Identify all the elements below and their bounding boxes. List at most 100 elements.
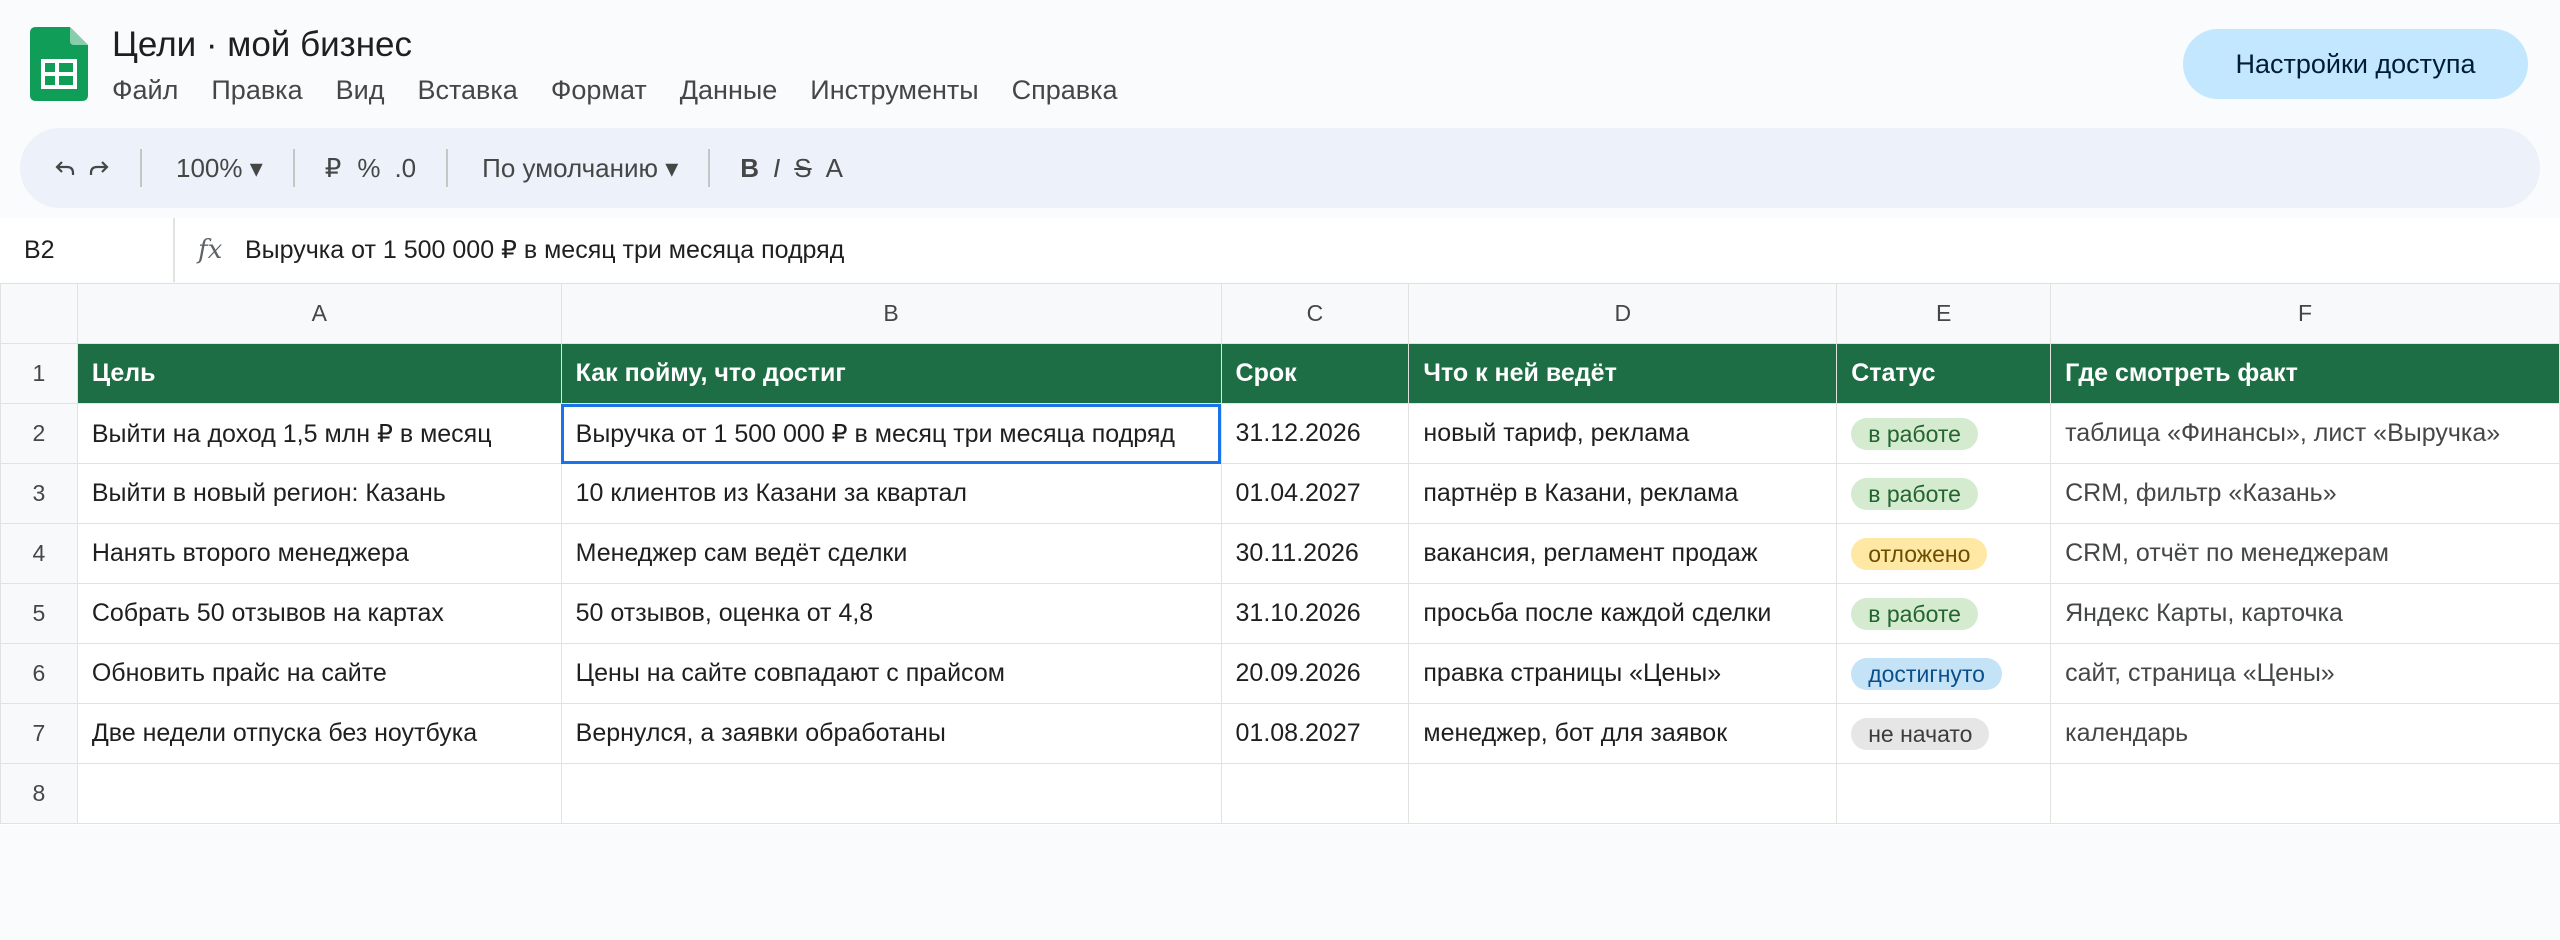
cell-deadline[interactable]: 01.08.2027 bbox=[1220, 703, 1410, 764]
header-cell-drivers[interactable]: Что к ней ведёт bbox=[1408, 343, 1838, 404]
row-number[interactable]: 6 bbox=[0, 643, 78, 704]
cell-status[interactable]: достигнуто bbox=[1836, 643, 2052, 704]
cell-criterion-selected[interactable]: Выручка от 1 500 000 ₽ в месяц три месяц… bbox=[560, 403, 1222, 464]
strikethrough-button[interactable]: S bbox=[794, 153, 811, 184]
spreadsheet-grid: A B C D E F 1 Цель Как пойму, что достиг… bbox=[0, 283, 2560, 825]
formula-bar: B2 fx Выручка от 1 500 000 ₽ в месяц три… bbox=[0, 218, 2560, 282]
empty-cell[interactable] bbox=[76, 763, 562, 824]
bold-button[interactable]: B bbox=[740, 153, 759, 184]
cell-criterion[interactable]: Цены на сайте совпадают с прайсом bbox=[560, 643, 1222, 704]
cell-goal[interactable]: Нанять второго менеджера bbox=[76, 523, 562, 584]
menu-file[interactable]: Файл bbox=[112, 70, 178, 110]
share-settings-button[interactable]: Настройки доступа bbox=[2183, 29, 2528, 99]
cell-source[interactable]: календарь bbox=[2050, 703, 2560, 764]
toolbar-divider bbox=[708, 149, 711, 187]
status-badge[interactable]: в работе bbox=[1851, 417, 1978, 450]
menu-edit[interactable]: Правка bbox=[211, 70, 302, 110]
menu-insert[interactable]: Вставка bbox=[417, 70, 517, 110]
header-cell-goal[interactable]: Цель bbox=[76, 343, 562, 404]
status-badge[interactable]: в работе bbox=[1851, 477, 1978, 510]
cell-status[interactable]: в работе bbox=[1836, 583, 2052, 644]
cell-goal[interactable]: Собрать 50 отзывов на картах bbox=[76, 583, 562, 644]
empty-cell[interactable] bbox=[1220, 763, 1410, 824]
column-header-e[interactable]: E bbox=[1836, 283, 2052, 344]
cell-source[interactable]: Яндекс Карты, карточка bbox=[2050, 583, 2560, 644]
select-all-corner[interactable] bbox=[0, 283, 78, 344]
cell-drivers[interactable]: просьба после каждой сделки bbox=[1408, 583, 1838, 644]
cell-criterion[interactable]: 10 клиентов из Казани за квартал bbox=[560, 463, 1222, 524]
table-header-row: 1 Цель Как пойму, что достиг Срок Что к … bbox=[0, 343, 2560, 404]
menu-data[interactable]: Данные bbox=[680, 70, 778, 110]
column-header-c[interactable]: C bbox=[1220, 283, 1410, 344]
status-badge[interactable]: не начато bbox=[1851, 717, 1990, 750]
menu-help[interactable]: Справка bbox=[1012, 70, 1118, 110]
menu-tools[interactable]: Инструменты bbox=[810, 70, 978, 110]
cell-source[interactable]: CRM, фильтр «Казань» bbox=[2050, 463, 2560, 524]
column-header-d[interactable]: D bbox=[1408, 283, 1838, 344]
fx-icon: fx bbox=[198, 235, 223, 265]
zoom-select[interactable]: 100% ▾ bbox=[176, 153, 263, 184]
sheets-logo-icon[interactable] bbox=[30, 27, 88, 101]
menu-view[interactable]: Вид bbox=[336, 70, 385, 110]
toolbar-divider bbox=[446, 149, 449, 187]
cell-deadline[interactable]: 01.04.2027 bbox=[1220, 463, 1410, 524]
font-select[interactable]: По умолчанию ▾ bbox=[482, 153, 678, 184]
redo-icon[interactable] bbox=[88, 158, 110, 178]
row-number[interactable]: 4 bbox=[0, 523, 78, 584]
row-number[interactable]: 5 bbox=[0, 583, 78, 644]
empty-cell[interactable] bbox=[560, 763, 1222, 824]
cell-status[interactable]: в работе bbox=[1836, 403, 2052, 464]
cell-deadline[interactable]: 30.11.2026 bbox=[1220, 523, 1410, 584]
percent-format-button[interactable]: % bbox=[357, 153, 380, 184]
column-header-b[interactable]: B bbox=[560, 283, 1222, 344]
row-number[interactable]: 7 bbox=[0, 703, 78, 764]
cell-drivers[interactable]: менеджер, бот для заявок bbox=[1408, 703, 1838, 764]
row-number[interactable]: 8 bbox=[0, 763, 78, 824]
header-cell-deadline[interactable]: Срок bbox=[1220, 343, 1410, 404]
cell-deadline[interactable]: 20.09.2026 bbox=[1220, 643, 1410, 704]
cell-status[interactable]: в работе bbox=[1836, 463, 2052, 524]
cell-source[interactable]: сайт, страница «Цены» bbox=[2050, 643, 2560, 704]
row-number[interactable]: 2 bbox=[0, 403, 78, 464]
cell-deadline[interactable]: 31.12.2026 bbox=[1220, 403, 1410, 464]
row-number[interactable]: 3 bbox=[0, 463, 78, 524]
empty-cell[interactable] bbox=[1408, 763, 1838, 824]
status-badge[interactable]: достигнуто bbox=[1851, 657, 2002, 690]
header-cell-status[interactable]: Статус bbox=[1836, 343, 2052, 404]
decimal-format-button[interactable]: .0 bbox=[394, 153, 416, 184]
cell-goal[interactable]: Две недели отпуска без ноутбука bbox=[76, 703, 562, 764]
formula-input[interactable]: Выручка от 1 500 000 ₽ в месяц три месяц… bbox=[245, 218, 844, 282]
cell-criterion[interactable]: Вернулся, а заявки обработаны bbox=[560, 703, 1222, 764]
cell-drivers[interactable]: партнёр в Казани, реклама bbox=[1408, 463, 1838, 524]
empty-cell[interactable] bbox=[1836, 763, 2052, 824]
document-title[interactable]: Цели · мой бизнес bbox=[112, 24, 412, 66]
header-cell-criterion[interactable]: Как пойму, что достиг bbox=[560, 343, 1222, 404]
cell-criterion[interactable]: 50 отзывов, оценка от 4,8 bbox=[560, 583, 1222, 644]
cell-goal[interactable]: Выйти в новый регион: Казань bbox=[76, 463, 562, 524]
currency-format-button[interactable]: ₽ bbox=[325, 153, 342, 184]
cell-source[interactable]: таблица «Финансы», лист «Выручка» bbox=[2050, 403, 2560, 464]
italic-button[interactable]: I bbox=[773, 153, 780, 184]
status-badge[interactable]: в работе bbox=[1851, 597, 1978, 630]
cell-deadline[interactable]: 31.10.2026 bbox=[1220, 583, 1410, 644]
cell-criterion[interactable]: Менеджер сам ведёт сделки bbox=[560, 523, 1222, 584]
column-header-f[interactable]: F bbox=[2050, 283, 2560, 344]
text-color-button[interactable]: A bbox=[826, 153, 843, 184]
cell-drivers[interactable]: правка страницы «Цены» bbox=[1408, 643, 1838, 704]
toolbar: 100% ▾ ₽ % .0 По умолчанию ▾ B I S A bbox=[20, 128, 2540, 208]
row-number[interactable]: 1 bbox=[0, 343, 78, 404]
cell-reference-box[interactable]: B2 bbox=[0, 218, 175, 282]
cell-status[interactable]: не начато bbox=[1836, 703, 2052, 764]
cell-goal[interactable]: Обновить прайс на сайте bbox=[76, 643, 562, 704]
menu-format[interactable]: Формат bbox=[551, 70, 647, 110]
cell-goal[interactable]: Выйти на доход 1,5 млн ₽ в месяц bbox=[76, 403, 562, 464]
header-cell-source[interactable]: Где смотреть факт bbox=[2050, 343, 2560, 404]
cell-status[interactable]: отложено bbox=[1836, 523, 2052, 584]
cell-drivers[interactable]: новый тариф, реклама bbox=[1408, 403, 1838, 464]
column-header-a[interactable]: A bbox=[76, 283, 562, 344]
empty-cell[interactable] bbox=[2050, 763, 2560, 824]
status-badge[interactable]: отложено bbox=[1851, 537, 1988, 570]
undo-icon[interactable] bbox=[54, 158, 76, 178]
cell-source[interactable]: CRM, отчёт по менеджерам bbox=[2050, 523, 2560, 584]
cell-drivers[interactable]: вакансия, регламент продаж bbox=[1408, 523, 1838, 584]
